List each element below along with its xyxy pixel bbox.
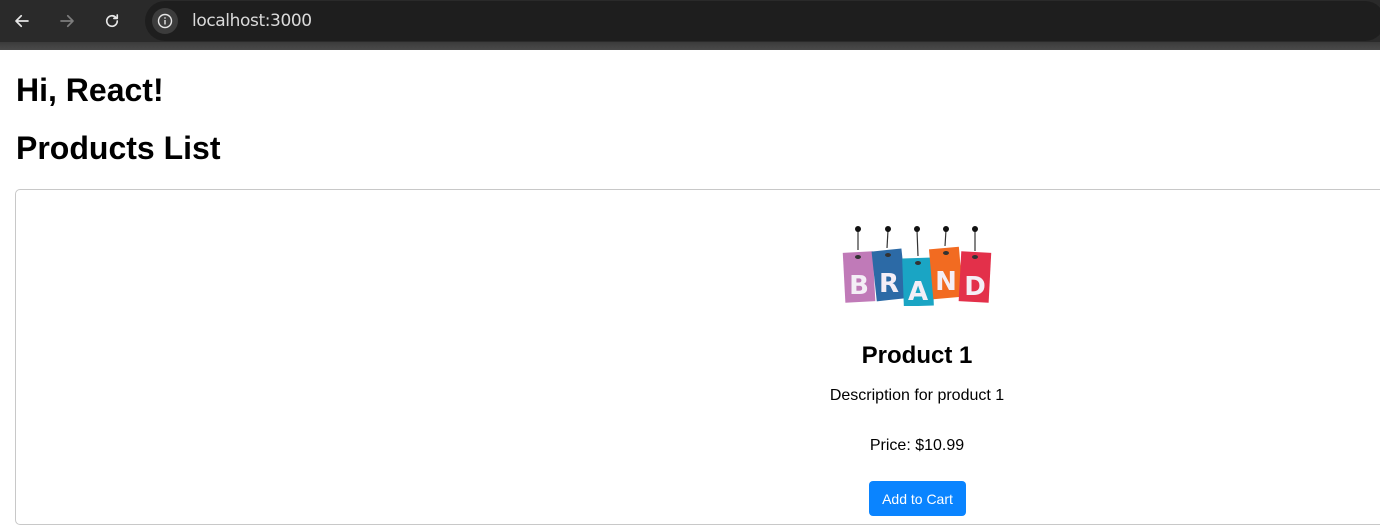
reload-icon [105, 14, 119, 28]
product-image: B R A N D [842, 226, 992, 306]
svg-text:N: N [935, 267, 957, 297]
product-card-content: B R A N D Product 1 Description for prod… [667, 190, 1167, 526]
url-text[interactable]: localhost:3000 [192, 11, 312, 31]
address-bar[interactable]: localhost:3000 [145, 1, 1380, 41]
page-content: Hi, React! Products List B R A N D Produ… [0, 50, 1380, 530]
back-button[interactable] [9, 8, 35, 34]
svg-text:D: D [964, 272, 986, 302]
svg-text:A: A [908, 277, 928, 306]
info-icon [157, 13, 173, 29]
svg-text:R: R [879, 269, 899, 299]
product-price: Price: $10.99 [869, 437, 965, 454]
site-info-button[interactable] [152, 8, 178, 34]
svg-text:B: B [849, 271, 869, 301]
arrow-left-icon [15, 14, 29, 28]
product-name: Product 1 [861, 342, 973, 369]
reload-button[interactable] [99, 8, 125, 34]
product-card: B R A N D Product 1 Description for prod… [15, 189, 1380, 525]
product-description: Description for product 1 [829, 387, 1005, 404]
add-to-cart-button[interactable]: Add to Cart [869, 481, 966, 516]
greeting-heading: Hi, React! [16, 72, 164, 108]
toolbar-divider [0, 42, 1380, 50]
arrow-right-icon [60, 14, 74, 28]
browser-toolbar: localhost:3000 [0, 0, 1380, 42]
forward-button[interactable] [54, 8, 80, 34]
products-list-title: Products List [16, 130, 221, 166]
